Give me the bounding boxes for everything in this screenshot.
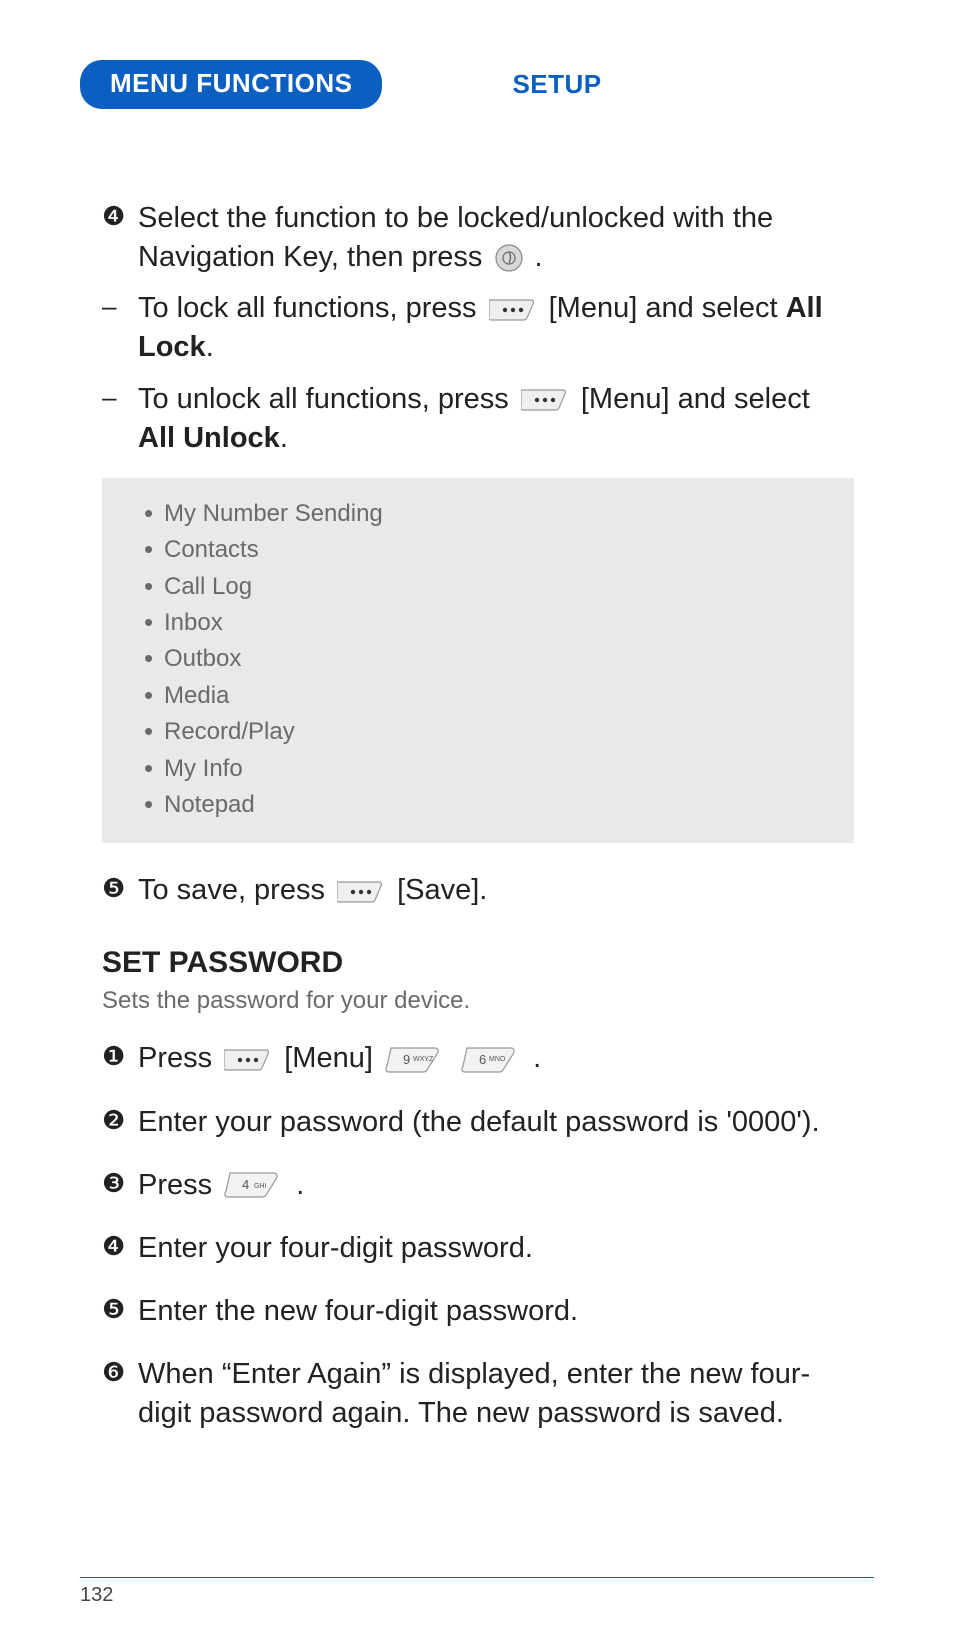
bold-label: All Unlock [138,422,280,454]
text: Enter your four-digit password. [138,1232,533,1264]
save-key-icon [337,878,385,906]
text: [Save]. [389,874,487,906]
section-label: SETUP [512,69,601,100]
nav-key-icon [495,244,523,272]
list-item: Notepad [164,787,830,823]
text: . [288,1169,304,1201]
step-body: To save, press [Save]. [138,871,854,910]
list-item: Call Log [164,569,830,605]
text: Press [138,1042,220,1074]
text: . [525,1042,541,1074]
step-body: Press [Menu] 9WXYZ 6MNO . [138,1039,854,1078]
step-marker: ❺ [102,871,138,910]
step-marker: ❷ [102,1103,138,1142]
text: Enter your password (the default passwor… [138,1106,820,1138]
svg-text:4: 4 [242,1177,249,1192]
text: [Menu] [276,1042,381,1074]
svg-text:MNO: MNO [489,1056,506,1063]
page-footer: 132 [80,1577,874,1607]
key-4-icon: 4 GHI [224,1171,284,1201]
step-4: ❹ Select the function to be locked/unloc… [102,199,854,277]
text: . [206,331,214,363]
text: Press [138,1169,220,1201]
page-number: 132 [80,1584,113,1606]
menu-key-icon [489,296,537,324]
text: Enter the new four-digit password. [138,1295,578,1327]
sub-step-body: To unlock all functions, press [Menu] an… [138,380,854,458]
text: . [280,422,288,454]
step-body: Enter your password (the default passwor… [138,1103,854,1142]
text: [Menu] and select [573,383,810,415]
page-content: ❹ Select the function to be locked/unloc… [80,199,874,1433]
text: When “Enter Again” is displayed, enter t… [138,1358,810,1429]
list-item: My Number Sending [164,496,830,532]
list-item: Contacts [164,532,830,568]
text: [Menu] and select [541,292,786,324]
functions-list: My Number Sending Contacts Call Log Inbo… [126,496,830,824]
step-text: Select the function to be locked/unlocke… [138,202,773,273]
menu-key-icon [224,1046,272,1074]
text: To lock all functions, press [138,292,485,324]
svg-text:9: 9 [403,1052,410,1067]
document-page: MENU FUNCTIONS SETUP ❹ Select the functi… [0,0,954,1647]
sub-step-body: To lock all functions, press [Menu] and … [138,289,854,367]
step-marker: ❸ [102,1166,138,1205]
menu-key-icon [521,386,569,414]
dash-marker: – [102,289,138,367]
step-body: When “Enter Again” is displayed, enter t… [138,1355,854,1433]
pw-step-4: ❹ Enter your four-digit password. [102,1229,854,1268]
step-body: Select the function to be locked/unlocke… [138,199,854,277]
section-title-set-password: SET PASSWORD [102,943,854,984]
key-9-icon: 9WXYZ [385,1046,445,1074]
step-marker: ❻ [102,1355,138,1433]
pw-step-2: ❷ Enter your password (the default passw… [102,1103,854,1142]
svg-text:WXYZ: WXYZ [413,1056,434,1063]
set-password-steps: ❶ Press [Menu] 9WXYZ 6MNO . ❷ [102,1039,854,1433]
step-text-end: . [527,241,543,273]
step-marker: ❶ [102,1039,138,1078]
step-5: ❺ To save, press [Save]. [102,871,854,910]
key-6-icon: 6MNO [461,1046,521,1074]
section-subtitle: Sets the password for your device. [102,985,854,1017]
functions-box: My Number Sending Contacts Call Log Inbo… [102,478,854,844]
dash-marker: – [102,380,138,458]
step-marker: ❹ [102,1229,138,1268]
pw-step-6: ❻ When “Enter Again” is displayed, enter… [102,1355,854,1433]
pw-step-1: ❶ Press [Menu] 9WXYZ 6MNO . [102,1039,854,1078]
svg-text:GHI: GHI [254,1183,267,1190]
step-body: Press 4 GHI . [138,1166,854,1205]
pw-step-3: ❸ Press 4 GHI . [102,1166,854,1205]
list-item: Record/Play [164,714,830,750]
step-body: Enter the new four-digit password. [138,1292,854,1331]
page-header: MENU FUNCTIONS SETUP [80,60,874,109]
svg-text:6: 6 [479,1052,486,1067]
chapter-pill: MENU FUNCTIONS [80,60,382,109]
sub-step-unlock: – To unlock all functions, press [Menu] … [102,380,854,458]
list-item: Outbox [164,641,830,677]
step-marker: ❹ [102,199,138,277]
sub-step-lock: – To lock all functions, press [Menu] an… [102,289,854,367]
step-marker: ❺ [102,1292,138,1331]
list-item: Media [164,678,830,714]
text: To save, press [138,874,333,906]
list-item: Inbox [164,605,830,641]
text: To unlock all functions, press [138,383,517,415]
pw-step-5: ❺ Enter the new four-digit password. [102,1292,854,1331]
list-item: My Info [164,751,830,787]
step-body: Enter your four-digit password. [138,1229,854,1268]
